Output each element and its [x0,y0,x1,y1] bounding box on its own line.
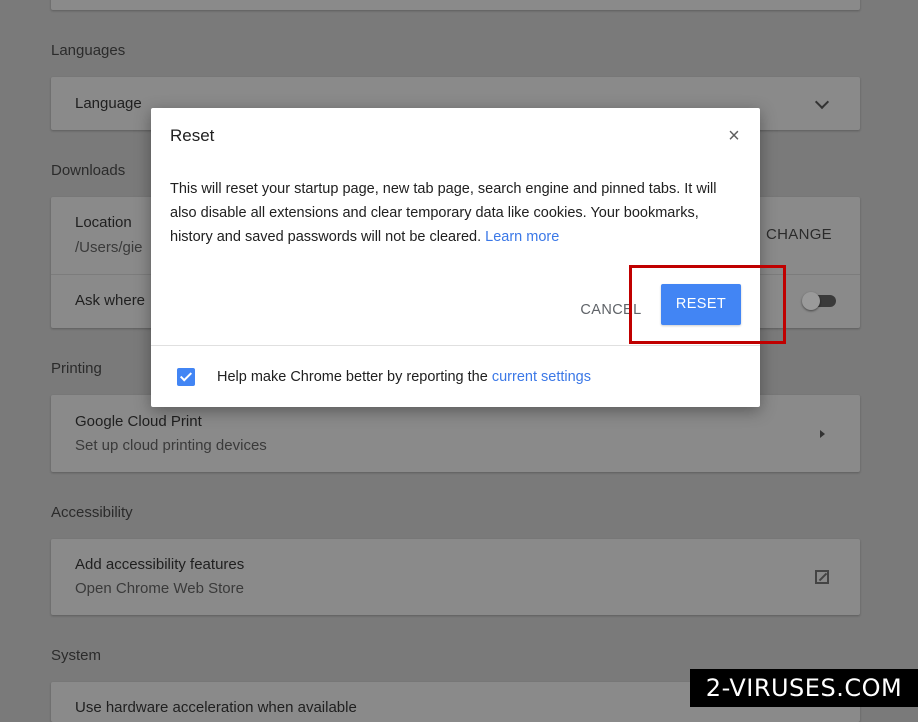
cloud-print-label: Google Cloud Print [75,413,202,430]
toggle-knob [802,292,820,310]
language-row-label: Language [75,95,142,112]
hardware-accel-label: Use hardware acceleration when available [75,699,357,716]
arrow-right-icon[interactable] [820,430,825,438]
report-settings-checkbox[interactable] [177,368,195,386]
cloud-print-sub: Set up cloud printing devices [75,437,267,454]
close-icon[interactable]: × [724,126,744,146]
dialog-title: Reset [170,126,215,145]
dialog-body-text: This will reset your startup page, new t… [170,181,717,245]
cancel-button[interactable]: CANCEL [571,290,651,330]
location-label: Location [75,214,132,231]
reset-dialog: Reset × This will reset your startup pag… [151,108,760,407]
dialog-divider [151,345,760,346]
accessibility-label: Add accessibility features [75,556,245,573]
top-card [51,0,860,10]
section-title-accessibility: Accessibility [51,504,133,521]
change-location-button[interactable]: CHANGE [766,226,832,243]
reset-button[interactable]: RESET [661,284,741,325]
section-title-system: System [51,647,102,664]
section-title-downloads: Downloads [51,162,126,179]
ask-where-label: Ask where [75,292,146,309]
learn-more-link[interactable]: Learn more [485,229,559,245]
checkbox-label-text: Help make Chrome better by reporting the [217,369,488,385]
location-path: /Users/gie [75,239,143,256]
accessibility-sub: Open Chrome Web Store [75,580,244,597]
chevron-down-icon[interactable] [814,94,830,110]
section-title-printing: Printing [51,360,102,377]
accessibility-card[interactable]: Add accessibility features Open Chrome W… [51,539,860,615]
section-title-languages: Languages [51,42,126,59]
site-watermark: 2-VIRUSES.COM [690,669,918,707]
dialog-body: This will reset your startup page, new t… [170,177,740,249]
current-settings-link[interactable]: current settings [492,369,591,385]
checkbox-label: Help make Chrome better by reporting the… [217,369,591,385]
